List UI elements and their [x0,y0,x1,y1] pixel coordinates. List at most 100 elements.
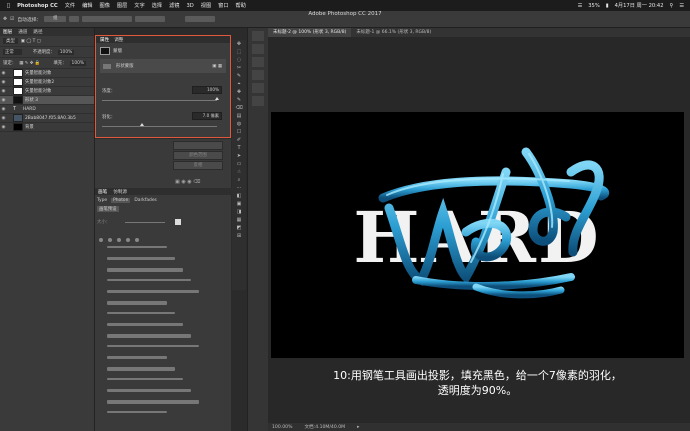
kind-filter-dropdown[interactable]: 类型 [3,38,18,44]
foreground-tool-icon[interactable]: ◨ [232,208,246,216]
panel-toggle-icon[interactable] [252,57,264,67]
filter-icons[interactable]: ▣ ◯ T ▢ [21,39,41,44]
layer-row-selected[interactable]: ◉ 形状 3 [0,96,94,105]
layer-name[interactable]: 矢量智能对象 [25,70,51,76]
clock[interactable]: 4月17日 周一 20:42 [615,2,664,9]
menu-item-edit[interactable]: 编辑 [82,2,92,9]
brush-preset-stroke[interactable] [107,334,191,338]
tab-clone-source[interactable]: 仿制源 [113,189,127,195]
lock-icons[interactable]: ▦ ✎ ✥ 🔒 [19,61,40,66]
panel-toggle-icon[interactable] [252,70,264,80]
blend-mode-dropdown[interactable]: 正常 [3,49,22,55]
tab-channels[interactable]: 通道 [18,29,27,35]
visibility-eye-icon[interactable]: ◉ [0,125,7,130]
menu-item-view[interactable]: 视图 [201,2,211,9]
layer-name[interactable]: 2Bab8047.f05.8A0.3b5 [25,116,76,121]
tab-properties[interactable]: 属性 [100,37,109,43]
wifi-icon[interactable]: ☰ [578,3,583,9]
stamp-tool-icon[interactable]: ⌫ [232,104,246,112]
brush-tab-darkfades[interactable]: Darkfades [134,198,156,203]
layer-row[interactable]: ◉ 矢量智能对象 [0,87,94,96]
density-slider-thumb[interactable] [215,97,219,100]
brush-size-slider[interactable] [125,222,165,223]
brush-preset-stroke[interactable] [107,290,199,293]
history-tool-icon[interactable]: ▤ [232,112,246,120]
menu-item-help[interactable]: 帮助 [236,2,246,9]
color-range-button[interactable]: 颜色范围 [173,151,223,160]
opacity-value[interactable]: 100% [57,49,75,55]
brush-preset-stroke[interactable] [107,246,167,248]
tab-brush[interactable]: 画笔 [98,189,107,195]
brush-preset-stroke[interactable] [107,279,191,281]
doc-info[interactable]: 文档:4.10M/40.0M [304,424,345,430]
more-tool-icon[interactable]: ⋯ [232,184,246,192]
vector-mask-row[interactable]: 形状蒙版 ▣ ▦ [100,59,226,73]
tab-layers[interactable]: 图层 [3,29,12,35]
layer-row[interactable]: ◉ 矢量智能对象 [0,69,94,78]
new-brush-icon[interactable] [175,219,181,225]
eyedropper-tool-icon[interactable]: ⌖ [232,80,246,88]
status-arrow-icon[interactable]: ▸ [357,425,359,430]
brush-tab-photon[interactable]: Photon [111,198,131,203]
crop-tool-icon[interactable]: ✎ [232,72,246,80]
zoom-tool-icon[interactable]: ⌕ [232,176,246,184]
type-tool-icon[interactable]: T [232,144,246,152]
fill-value[interactable]: 100% [69,60,87,66]
dodge-tool-icon[interactable]: ✐ [232,136,246,144]
auto-select-checkbox[interactable]: ☑ [10,17,14,22]
panel-toggle-icon[interactable] [252,31,264,41]
brush-preset-stroke[interactable] [107,257,175,260]
layer-name[interactable]: 矢量智能对象2 [25,79,54,85]
tab-adjustments[interactable]: 调整 [114,37,123,43]
brush-tip-icon[interactable] [117,238,121,242]
menu-item-image[interactable]: 图像 [100,2,110,9]
brush-preset-stroke[interactable] [107,312,175,314]
swap-tool-icon[interactable]: ◩ [232,224,246,232]
feather-slider-thumb[interactable] [140,123,145,126]
brush-tip-icon[interactable] [108,238,112,242]
visibility-eye-icon[interactable]: ◉ [0,116,7,121]
shape-tool-icon[interactable]: ▭ [232,160,246,168]
panel-toggle-icon[interactable] [252,83,264,93]
brush-preset-stroke[interactable] [107,411,167,413]
screen-mode-tool-icon[interactable]: ▣ [232,200,246,208]
zoom-level[interactable]: 100.00% [272,425,292,430]
edit-tool-icon[interactable]: ⊞ [232,232,246,240]
menu-item-window[interactable]: 窗口 [218,2,228,9]
menu-item-file[interactable]: 文件 [65,2,75,9]
mask-action-icons[interactable]: ▣ ▦ [212,64,222,69]
density-input[interactable]: 100% [192,86,222,94]
layer-row[interactable]: ◉ 背景 [0,123,94,132]
move-tool-icon[interactable]: ✥ [3,17,7,22]
menu-item-type[interactable]: 文字 [134,2,144,9]
select-mask-button[interactable] [173,141,223,150]
brush-preset-stroke[interactable] [107,378,183,380]
menu-item-3d[interactable]: 3D [186,3,193,9]
healing-tool-icon[interactable]: ✚ [232,88,246,96]
layer-name[interactable]: HARD [23,107,36,112]
visibility-eye-icon[interactable]: ◉ [0,107,7,112]
marquee-tool-icon[interactable]: ⬚ [232,48,246,56]
apple-icon[interactable]:  [7,3,10,9]
visibility-eye-icon[interactable]: ◉ [0,71,7,76]
brush-preset-stroke[interactable] [107,389,191,392]
menu-item-filter[interactable]: 滤镜 [169,2,179,9]
feather-input[interactable]: 7.0 像素 [192,112,222,120]
doc-tab[interactable]: 未标题-1 @ 66.1% (形状 3, RGB/8) [351,28,436,37]
visibility-eye-icon[interactable]: ◉ [0,89,7,94]
layer-name[interactable]: 形状 3 [25,97,38,103]
feather-slider[interactable] [102,126,217,127]
quick-mask-tool-icon[interactable]: ◧ [232,192,246,200]
layer-row[interactable]: ◉ 2Bab8047.f05.8A0.3b5 [0,114,94,123]
brush-preset-stroke[interactable] [107,367,175,371]
eraser-tool-icon[interactable]: ◍ [232,120,246,128]
visibility-eye-icon[interactable]: ◉ [0,98,7,103]
search-icon[interactable]: ⚲ [670,3,674,9]
brush-preset-stroke[interactable] [107,400,199,404]
menu-app[interactable]: Photoshop CC [17,3,58,9]
brush-tab-type[interactable]: Type [97,198,107,203]
gradient-tool-icon[interactable]: ☐ [232,128,246,136]
layer-name[interactable]: 矢量智能对象 [25,88,51,94]
visibility-eye-icon[interactable]: ◉ [0,80,7,85]
brush-tip-icon[interactable] [126,238,130,242]
